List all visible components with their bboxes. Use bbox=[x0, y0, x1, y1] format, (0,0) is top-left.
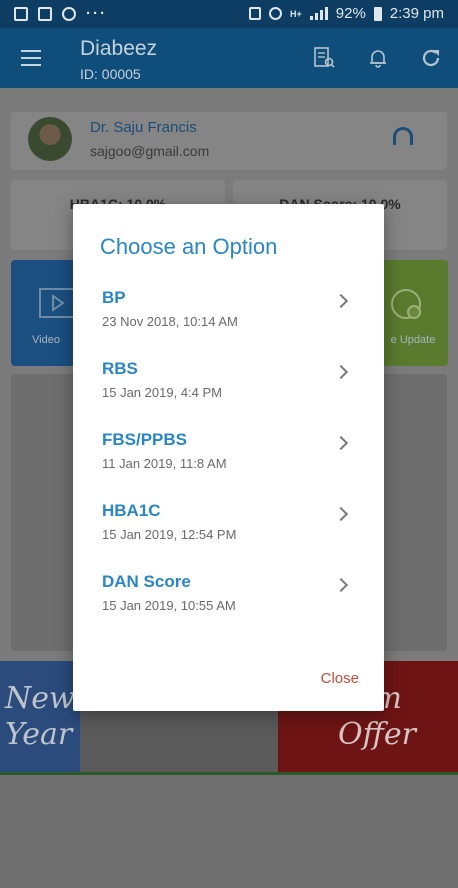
option-date: 15 Jan 2019, 4:4 PM bbox=[102, 385, 222, 400]
option-name: FBS/PPBS bbox=[102, 430, 188, 449]
option-name: BP bbox=[102, 288, 126, 307]
chevron-right-icon bbox=[333, 435, 349, 451]
option-date: 11 Jan 2019, 11:8 AM bbox=[102, 456, 227, 471]
chevron-right-icon bbox=[333, 364, 349, 380]
option-dan-score[interactable]: DAN Score 15 Jan 2019, 10:55 AM bbox=[73, 572, 384, 634]
choose-option-dialog: Choose an Option BP 23 Nov 2018, 10:14 A… bbox=[73, 204, 384, 711]
chevron-right-icon bbox=[333, 577, 349, 593]
option-rbs[interactable]: RBS 15 Jan 2019, 4:4 PM bbox=[73, 359, 384, 421]
screen: ··· H+ 92% 2:39 pm Diabeez ID: 00005 Dr.… bbox=[0, 0, 458, 888]
option-date: 23 Nov 2018, 10:14 AM bbox=[102, 314, 238, 329]
option-name: DAN Score bbox=[102, 572, 191, 591]
dialog-title: Choose an Option bbox=[100, 234, 278, 259]
option-date: 15 Jan 2019, 10:55 AM bbox=[102, 598, 236, 613]
close-button[interactable]: Close bbox=[321, 670, 359, 687]
chevron-right-icon bbox=[333, 506, 349, 522]
option-hba1c[interactable]: HBA1C 15 Jan 2019, 12:54 PM bbox=[73, 501, 384, 563]
option-date: 15 Jan 2019, 12:54 PM bbox=[102, 527, 237, 542]
option-fbs-ppbs[interactable]: FBS/PPBS 11 Jan 2019, 11:8 AM bbox=[73, 430, 384, 492]
option-name: RBS bbox=[102, 359, 138, 378]
chevron-right-icon bbox=[333, 293, 349, 309]
option-bp[interactable]: BP 23 Nov 2018, 10:14 AM bbox=[73, 288, 384, 350]
option-name: HBA1C bbox=[102, 501, 161, 520]
